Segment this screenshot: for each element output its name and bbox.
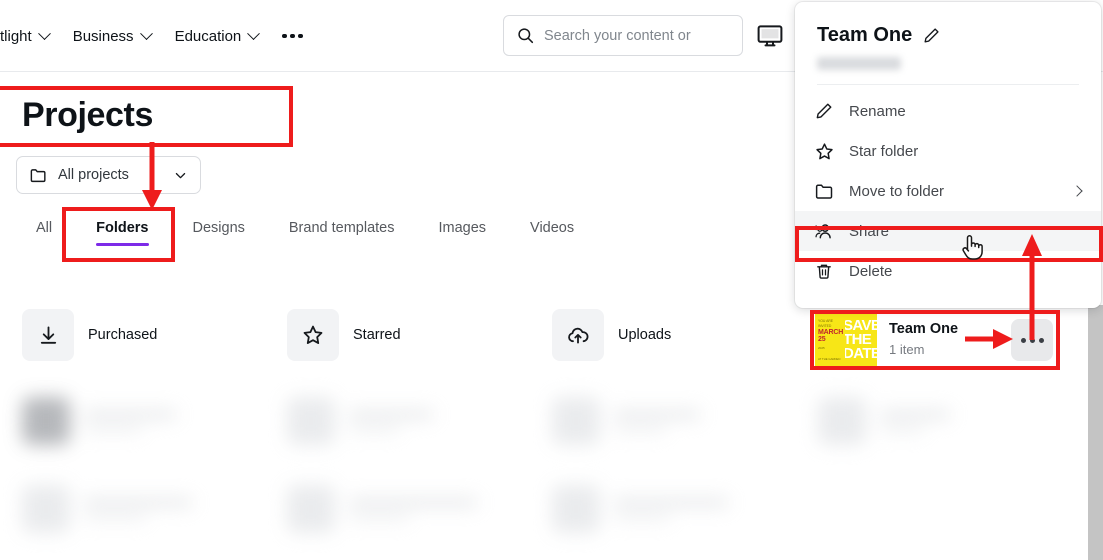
nav-item-label: tlight [0, 27, 32, 45]
folder-more-options-button[interactable] [1011, 319, 1053, 361]
context-menu-title: Team One [817, 24, 913, 46]
context-menu-header: Team One [795, 2, 1101, 85]
star-icon [813, 140, 835, 162]
menu-item-star-folder[interactable]: Star folder [795, 131, 1101, 171]
nav-item-business[interactable]: Business [61, 24, 163, 49]
all-projects-label: All projects [58, 167, 129, 183]
chevron-down-icon [37, 26, 51, 40]
folder-context-menu: Team One Rename Star folder Move to fold… [795, 2, 1101, 308]
folder-card-label: Uploads [618, 327, 672, 343]
folder-thumbnail: YOU ARE INVITED MARCH 25 2025 AT THE GAR… [815, 312, 877, 368]
tab-label: Images [438, 220, 487, 236]
folder-card-purchased[interactable]: Purchased [22, 300, 157, 370]
folder-icon [813, 180, 835, 202]
download-icon [22, 309, 74, 361]
tab-designs[interactable]: Designs [171, 212, 267, 250]
menu-item-delete[interactable]: Delete [795, 251, 1101, 291]
ghost-card [818, 397, 950, 445]
chevron-down-icon [247, 26, 261, 40]
tab-folders[interactable]: Folders [74, 212, 170, 250]
blurred-content-area [0, 385, 1088, 535]
folder-card-label: Starred [353, 327, 401, 343]
tab-images[interactable]: Images [416, 212, 508, 250]
folder-card-uploads[interactable]: Uploads [552, 300, 671, 370]
app-root: tlight Business Education Search your co… [0, 0, 1103, 560]
menu-item-share[interactable]: Share [795, 211, 1101, 251]
add-person-icon [813, 220, 835, 242]
tab-all[interactable]: All [14, 212, 74, 250]
nav-item-label: Education [174, 27, 242, 45]
nav-item-spotlight[interactable]: tlight [0, 24, 61, 49]
chevron-down-icon [175, 172, 186, 178]
thumb-line: YOU ARE INVITED [818, 318, 834, 329]
context-menu-list: Rename Star folder Move to folder Share … [795, 85, 1101, 291]
folder-icon [30, 168, 46, 182]
search-icon [518, 28, 534, 44]
search-bar[interactable]: Search your content or [503, 15, 743, 56]
thumbnail-right-design: SAVE THE DATE [845, 312, 877, 368]
ghost-card [552, 485, 728, 533]
tab-label: Folders [96, 220, 149, 236]
menu-item-label: Share [849, 222, 890, 240]
menu-item-label: Delete [849, 262, 893, 280]
tab-label: Brand templates [288, 220, 395, 236]
primary-nav: tlight Business Education [0, 22, 315, 50]
menu-item-label: Star folder [849, 142, 919, 160]
folder-card-starred[interactable]: Starred [287, 300, 401, 370]
page-title: Projects [22, 96, 153, 134]
nav-item-education[interactable]: Education [163, 24, 271, 49]
chevron-down-icon [139, 26, 153, 40]
search-input-placeholder: Search your content or [544, 27, 691, 44]
folder-card-meta: Team One 1 item [889, 320, 999, 359]
ghost-card [287, 397, 433, 445]
folder-name: Team One [889, 321, 959, 338]
ghost-card [287, 485, 477, 533]
thumb-line: 25 [818, 336, 826, 344]
star-icon [287, 309, 339, 361]
cloud-upload-icon [552, 309, 604, 361]
content-type-tabs: All Folders Designs Brand templates Imag… [14, 212, 596, 250]
ghost-card [552, 397, 700, 445]
tab-brand-templates[interactable]: Brand templates [267, 212, 417, 250]
context-menu-title-row: Team One [817, 24, 1079, 47]
thumb-line: 2025 [818, 346, 825, 351]
chevron-right-icon [1071, 185, 1083, 197]
thumb-line: DATE [845, 344, 877, 362]
nav-item-label: Business [72, 27, 134, 45]
menu-item-label: Move to folder [849, 182, 945, 200]
tab-label: All [36, 220, 53, 236]
tab-label: Designs [192, 220, 245, 236]
trash-icon [813, 260, 835, 282]
pencil-icon [813, 100, 835, 122]
ghost-card [22, 397, 176, 445]
folder-card-team-one[interactable]: YOU ARE INVITED MARCH 25 2025 AT THE GAR… [815, 312, 1053, 368]
all-projects-dropdown[interactable]: All projects [16, 156, 201, 194]
folder-card-label: Purchased [88, 327, 158, 343]
vertical-scrollbar[interactable] [1088, 305, 1103, 560]
thumb-line: MARCH [818, 329, 844, 337]
monitor-icon[interactable] [757, 24, 783, 48]
pencil-icon[interactable] [922, 26, 941, 45]
active-tab-underline [96, 243, 149, 246]
context-menu-subtitle-redacted [817, 57, 901, 70]
menu-item-label: Rename [849, 102, 906, 120]
tab-label: Videos [530, 220, 575, 236]
ghost-card [22, 485, 192, 533]
menu-item-move-to-folder[interactable]: Move to folder [795, 171, 1101, 211]
nav-more-ellipsis-icon[interactable] [270, 28, 315, 45]
thumbnail-left-design: YOU ARE INVITED MARCH 25 2025 AT THE GAR… [815, 312, 845, 368]
menu-item-rename[interactable]: Rename [795, 91, 1101, 131]
tab-videos[interactable]: Videos [508, 212, 596, 250]
folder-item-count: 1 item [889, 342, 925, 358]
thumb-line: AT THE GARDEN [818, 356, 841, 361]
